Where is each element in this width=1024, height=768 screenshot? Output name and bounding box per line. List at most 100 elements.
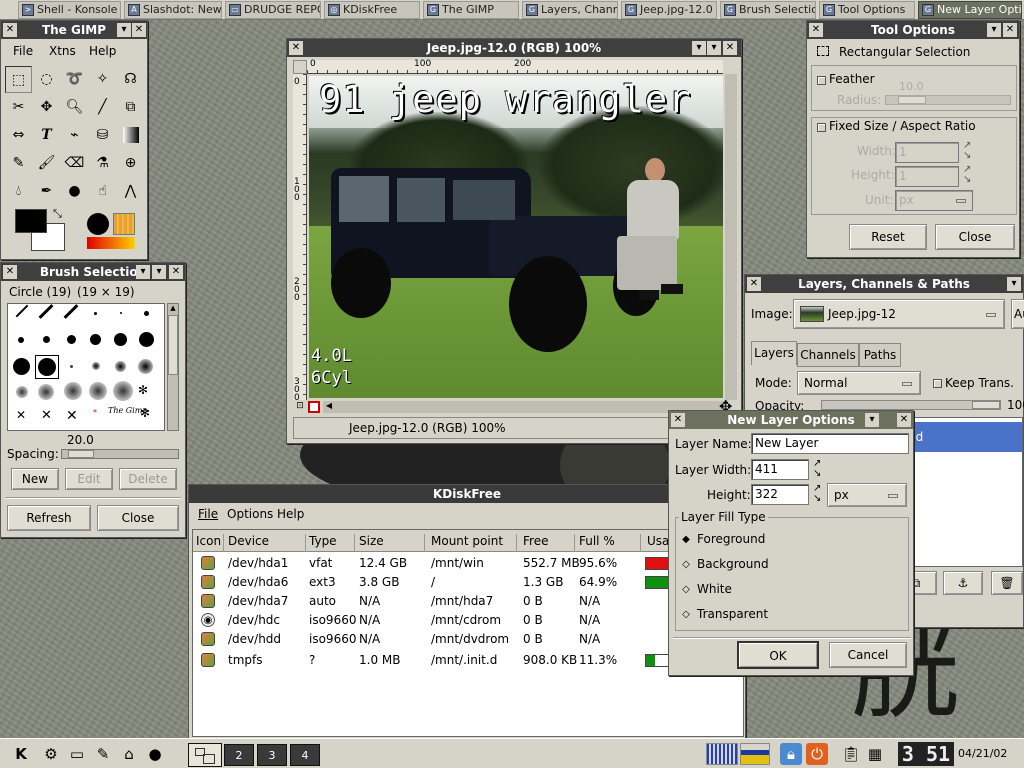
transform-icon[interactable]: ⧉	[117, 94, 144, 121]
crop-icon[interactable]: ╱	[89, 94, 116, 121]
table-row[interactable]: tmpfs? 1.0 MB/mnt/.init.d 908.0 KB 11.3%	[193, 651, 743, 670]
dodge-icon[interactable]: ●	[61, 178, 88, 205]
mode-select[interactable]: Normal	[797, 371, 921, 395]
col-full[interactable]: Full %	[579, 534, 641, 552]
spacing-slider[interactable]	[61, 449, 179, 459]
radio-white[interactable]: ◇	[681, 585, 691, 595]
window-menu-icon[interactable]: ✕	[3, 265, 17, 279]
window-menu-icon[interactable]: ✕	[809, 23, 823, 37]
clipboard-icon[interactable]: 📋︎	[840, 743, 862, 765]
close-icon[interactable]: ✕	[169, 265, 183, 279]
menu-help[interactable]: Help	[89, 44, 116, 58]
feather-checkbox[interactable]	[817, 76, 826, 85]
home-icon[interactable]: ⌂	[118, 743, 140, 765]
horizontal-scrollbar[interactable]: ◀	[323, 401, 725, 413]
shade-icon[interactable]: ▾	[692, 41, 706, 55]
col-device[interactable]: Device	[228, 534, 306, 552]
auto-button[interactable]: Au	[1011, 299, 1024, 329]
bezier-select-icon[interactable]: ☊	[117, 66, 144, 93]
window-menu-icon[interactable]: ✕	[3, 23, 17, 37]
fixed-size-checkbox[interactable]	[817, 123, 826, 132]
blur-icon[interactable]: 💧︎	[5, 178, 32, 205]
rect-select-icon[interactable]: ⬚	[5, 66, 32, 93]
eraser-icon[interactable]: ⌫	[61, 150, 88, 177]
menu-file[interactable]: File	[198, 507, 218, 521]
clone-icon[interactable]: ⊕	[117, 150, 144, 177]
window-menu-icon[interactable]: ✕	[671, 413, 685, 427]
pattern-preview[interactable]	[113, 213, 135, 235]
tab-layers[interactable]: Layers	[751, 341, 797, 365]
brush-grid[interactable]: ✻ ✕ ✕ ✕ * The Gimp ✻	[7, 303, 165, 431]
brush-delete-button[interactable]: Delete	[119, 468, 177, 490]
radio-background[interactable]: ◇	[681, 560, 691, 570]
lock-icon[interactable]: 🔒︎	[780, 743, 802, 765]
menu-help[interactable]: Help	[277, 507, 304, 521]
ok-button[interactable]: OK	[737, 641, 819, 669]
scroll-up-icon[interactable]: ▲	[168, 304, 178, 314]
navigate-icon[interactable]: ⊡	[293, 401, 307, 413]
opacity-slider[interactable]	[821, 400, 1001, 410]
tab-paths[interactable]: Paths	[859, 343, 901, 367]
task-konsole[interactable]: > Shell - Konsole	[18, 1, 121, 19]
maximize-icon[interactable]: ▾	[152, 265, 166, 279]
text-icon[interactable]: T	[33, 122, 60, 149]
shade-icon[interactable]: ▾	[865, 413, 879, 427]
desktop-2[interactable]: 2	[224, 744, 254, 766]
width-spin-icon[interactable]: ↗ ↘	[963, 141, 971, 161]
task-tool-options[interactable]: G Tool Options	[819, 1, 915, 19]
table-row[interactable]: /dev/hda6 ext3 3.8 GB / 1.3 GB 64.9%	[193, 573, 743, 592]
task-slashdot[interactable]: A Slashdot: News	[124, 1, 222, 19]
close-icon[interactable]: ✕	[1003, 23, 1017, 37]
width-spin-icon[interactable]: ↗ ↘	[813, 459, 821, 479]
brush-edit-button[interactable]: Edit	[65, 468, 113, 490]
ink-icon[interactable]: ✒	[33, 178, 60, 205]
swap-colors-icon[interactable]: ⤡	[53, 207, 62, 221]
layers-titlebar[interactable]: Layers, Channels & Paths	[745, 275, 1023, 293]
radius-slider-thumb[interactable]	[898, 96, 926, 104]
unit-select[interactable]: px	[827, 483, 907, 507]
opacity-slider-thumb[interactable]	[972, 401, 1000, 409]
col-usage[interactable]: Usa	[647, 534, 669, 548]
height-field[interactable]: 1	[895, 166, 959, 187]
keep-trans-checkbox[interactable]	[933, 379, 942, 388]
kdiskfree-titlebar[interactable]: KDiskFree	[189, 485, 745, 503]
vertical-scrollbar[interactable]	[725, 74, 737, 400]
gradient-preview[interactable]	[87, 237, 135, 249]
task-kdiskfree[interactable]: ◎ KDiskFree	[324, 1, 420, 19]
delete-layer-button[interactable]: 🗑︎	[991, 571, 1023, 595]
move-icon[interactable]: ✥	[33, 94, 60, 121]
menu-xtns[interactable]: Xtns	[49, 44, 76, 58]
zoom-icon[interactable]: 🔍︎	[61, 94, 88, 121]
brush-refresh-button[interactable]: Refresh	[7, 505, 91, 531]
col-icon[interactable]: Icon	[196, 534, 224, 552]
paintbrush-icon[interactable]: 🖌︎	[33, 150, 60, 177]
menu-file[interactable]: File	[13, 44, 33, 58]
height-spin-icon[interactable]: ↗ ↘	[813, 484, 821, 504]
color-picker-icon[interactable]: ⌁	[61, 122, 88, 149]
flip-icon[interactable]: ⇔	[5, 122, 32, 149]
image-canvas[interactable]: 91 jeep wrangler 4.0L 6Cyl	[309, 76, 723, 398]
bucket-fill-icon[interactable]: ⛁	[89, 122, 116, 149]
desktop-4[interactable]: 4	[290, 744, 320, 766]
menu-options[interactable]: Options	[227, 507, 273, 521]
tool-reset-button[interactable]: Reset	[849, 224, 927, 250]
ellipse-select-icon[interactable]: ◌	[33, 66, 60, 93]
logout-icon[interactable]: ⏻	[806, 743, 828, 765]
scroll-left-icon[interactable]: ◀	[323, 401, 335, 413]
calendar-icon[interactable]: ▦	[864, 743, 886, 765]
tool-close-button[interactable]: Close	[935, 224, 1015, 250]
ruler-corner[interactable]	[293, 60, 307, 74]
gradient-icon[interactable]	[117, 122, 144, 149]
foreground-color-swatch[interactable]	[15, 209, 47, 233]
task-brush-selection[interactable]: GBrush Selection	[720, 1, 816, 19]
brush-preview[interactable]	[87, 213, 109, 235]
table-row[interactable]: /dev/hda7 auto N/A/mnt/hda7 0 B N/A	[193, 592, 743, 611]
height-spin-icon[interactable]: ↗ ↘	[963, 165, 971, 185]
task-new-layer[interactable]: GNew Layer Options	[918, 1, 1022, 19]
measure-icon[interactable]: ⋀	[117, 178, 144, 205]
task-drudge[interactable]: ▭DRUDGE REPORT	[225, 1, 321, 19]
brush-scrollbar[interactable]: ▲	[167, 303, 179, 431]
desktop-3[interactable]: 3	[257, 744, 287, 766]
shade-icon[interactable]: ▾	[136, 265, 150, 279]
task-gimp[interactable]: G The GIMP	[423, 1, 519, 19]
